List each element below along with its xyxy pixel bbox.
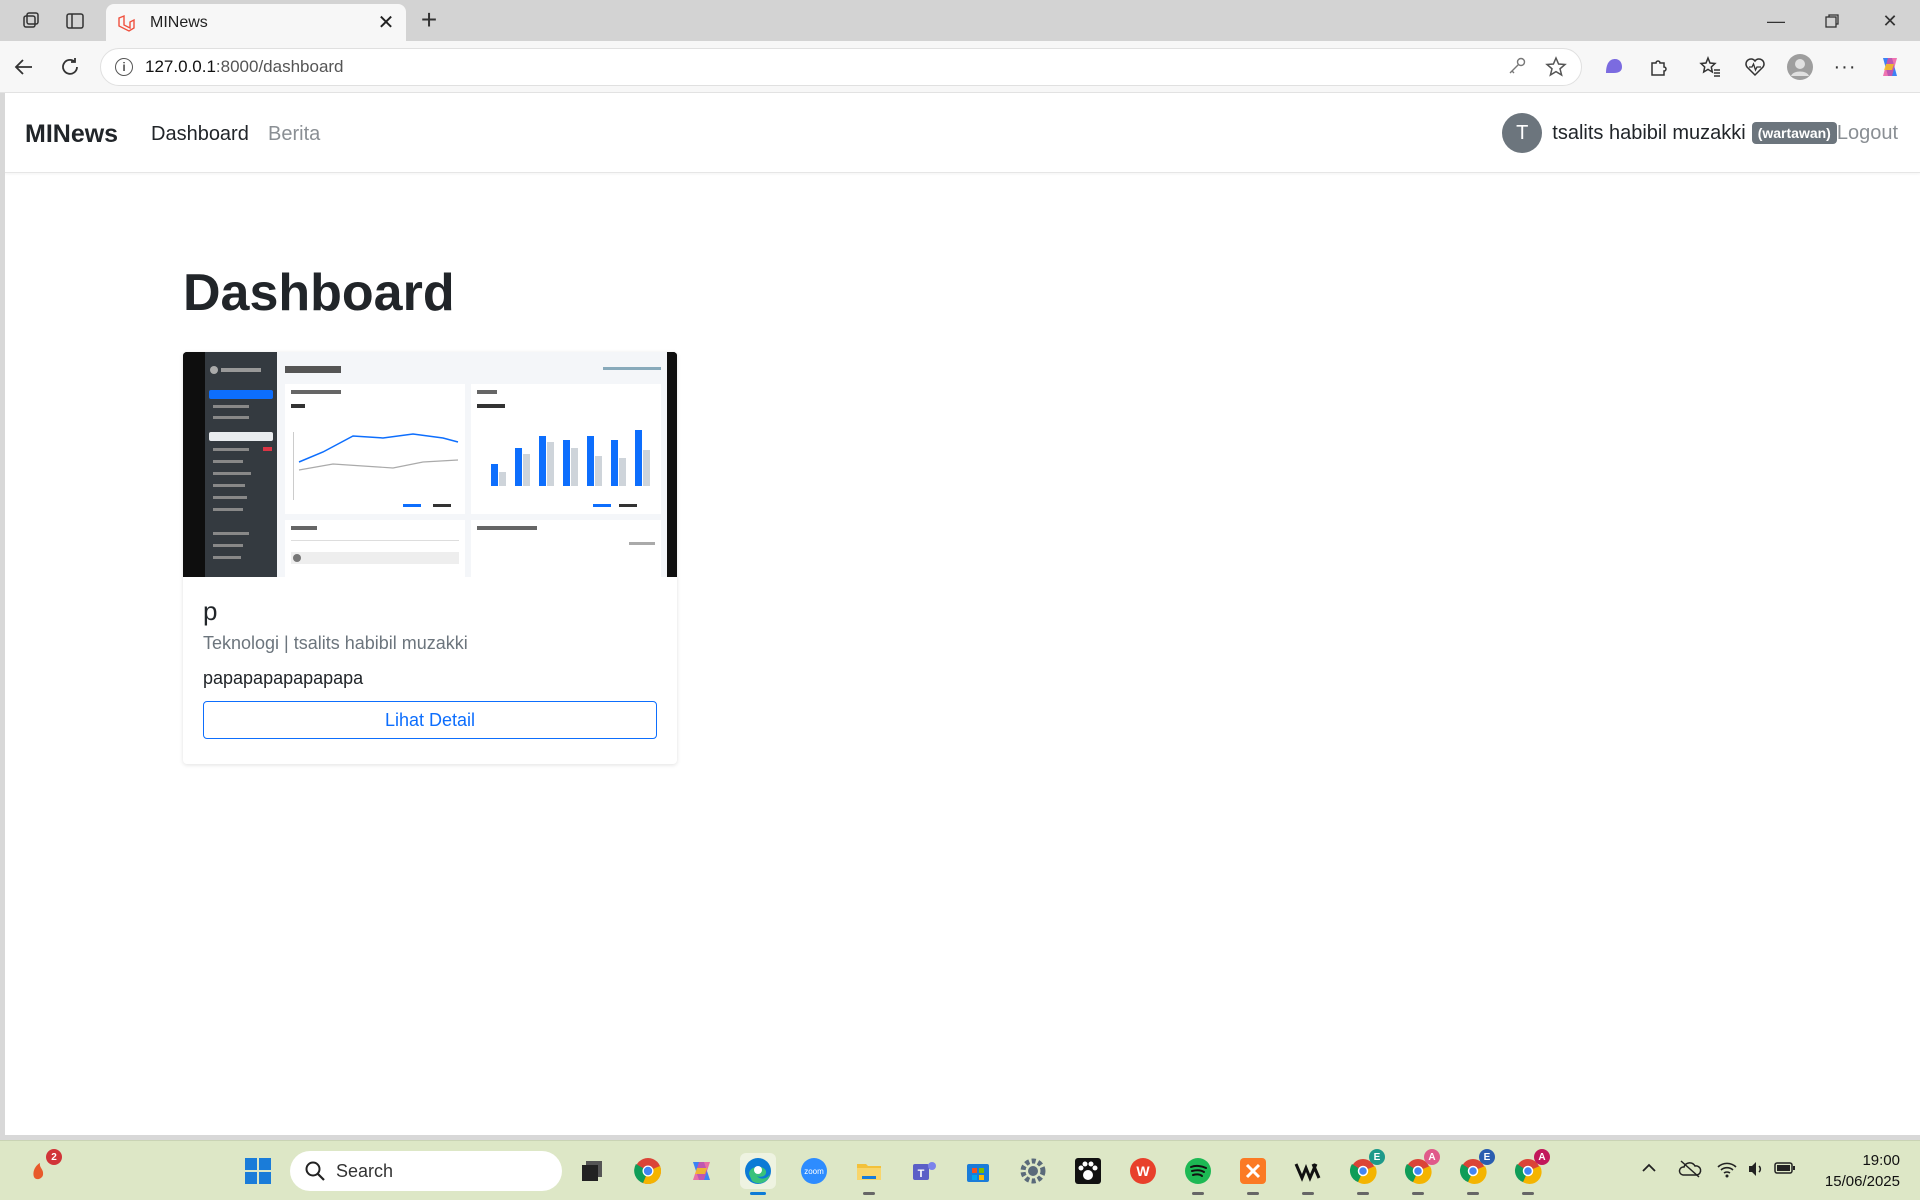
teams-icon[interactable]: T	[906, 1153, 942, 1189]
url-text: 127.0.0.1:8000/dashboard	[145, 57, 344, 76]
spotify-icon[interactable]	[1180, 1153, 1216, 1195]
favorites-icon[interactable]	[1696, 53, 1724, 81]
settings-gear-icon[interactable]	[1015, 1153, 1051, 1189]
page-title: Dashboard	[183, 264, 455, 322]
search-icon	[305, 1161, 325, 1181]
tab-actions-icon[interactable]	[62, 8, 88, 34]
svg-text:W: W	[1136, 1163, 1150, 1179]
browser-tab-active[interactable]: MINews ✕	[106, 4, 406, 41]
close-tab-icon[interactable]: ✕	[376, 10, 396, 35]
file-explorer-icon[interactable]	[851, 1153, 887, 1195]
zoom-icon[interactable]: zoom	[796, 1153, 832, 1189]
detail-button[interactable]: Lihat Detail	[203, 701, 657, 739]
extension-ghost-icon[interactable]	[1600, 53, 1628, 81]
volume-icon[interactable]	[1746, 1159, 1766, 1184]
brand-logo[interactable]: MINews	[25, 120, 118, 149]
avatar: T	[1502, 113, 1543, 153]
chevron-up-icon[interactable]	[1640, 1159, 1658, 1182]
browser-toolbar: i 127.0.0.1:8000/dashboard ···	[0, 41, 1920, 93]
task-view-icon[interactable]	[574, 1153, 610, 1189]
news-thumbnail	[183, 352, 677, 577]
wps-office-icon[interactable]: W	[1125, 1153, 1161, 1189]
more-options-icon[interactable]: ···	[1831, 53, 1859, 81]
clock-date: 15/06/2025	[1824, 1173, 1900, 1190]
system-clock[interactable]: 19:00 15/06/2025	[1825, 1150, 1900, 1192]
svg-text:T: T	[918, 1168, 925, 1180]
refresh-icon[interactable]	[56, 53, 84, 81]
wwise-icon[interactable]	[1290, 1153, 1326, 1195]
browser-essentials-icon[interactable]	[1741, 53, 1769, 81]
key-icon[interactable]	[1507, 56, 1527, 83]
search-label: Search	[336, 1160, 394, 1181]
role-badge: (wartawan)	[1751, 122, 1837, 144]
chrome-profile-a-icon[interactable]: A	[1400, 1149, 1440, 1195]
new-tab-button[interactable]: +	[414, 6, 444, 34]
copilot-app-icon[interactable]	[684, 1153, 720, 1189]
copilot-icon[interactable]	[1876, 53, 1904, 81]
card-title: p	[203, 596, 218, 626]
browser-tab-strip: MINews ✕ + — ✕	[0, 0, 1920, 41]
windows-start-icon[interactable]	[240, 1153, 276, 1189]
svg-text:zoom: zoom	[804, 1167, 824, 1176]
favorite-star-icon[interactable]	[1545, 56, 1567, 83]
edge-icon[interactable]	[740, 1153, 776, 1195]
site-info-icon[interactable]: i	[115, 58, 133, 76]
paw-app-icon[interactable]	[1070, 1153, 1106, 1189]
chrome-icon[interactable]	[630, 1153, 666, 1189]
nav-berita[interactable]: Berita	[268, 123, 320, 146]
news-card: p Teknologi | tsalits habibil muzakki pa…	[183, 352, 677, 764]
notification-app-icon[interactable]: 2	[22, 1149, 62, 1189]
chrome-profile-e-icon[interactable]: E	[1345, 1149, 1385, 1195]
taskbar-search[interactable]: Search	[290, 1151, 562, 1191]
profile-icon[interactable]	[1786, 53, 1814, 81]
extensions-puzzle-icon[interactable]	[1645, 53, 1673, 81]
nav-dashboard[interactable]: Dashboard	[151, 123, 249, 146]
tab-title: MINews	[150, 13, 208, 31]
chrome-profile-a2-icon[interactable]: A	[1510, 1149, 1550, 1195]
windows-taskbar: 2 Search zoom T W E A E A 19:00 15/06/20…	[0, 1140, 1920, 1200]
clock-time: 19:00	[1862, 1152, 1900, 1169]
battery-icon[interactable]	[1774, 1159, 1796, 1182]
microsoft-store-icon[interactable]	[960, 1153, 996, 1189]
card-meta: Teknologi | tsalits habibil muzakki	[203, 633, 468, 653]
card-body: p Teknologi | tsalits habibil muzakki pa…	[203, 596, 657, 739]
page-viewport: MINews Dashboard Berita T tsalits habibi…	[5, 93, 1920, 1135]
laravel-icon	[118, 14, 135, 32]
address-bar[interactable]: i 127.0.0.1:8000/dashboard	[100, 48, 1582, 86]
wifi-icon[interactable]	[1716, 1159, 1738, 1184]
user-menu: T tsalits habibil muzakki (wartawan) Log…	[1502, 113, 1898, 153]
logout-link[interactable]: Logout	[1837, 122, 1898, 145]
restore-icon[interactable]	[1812, 8, 1852, 34]
site-navbar: MINews Dashboard Berita T tsalits habibi…	[5, 93, 1920, 173]
close-window-icon[interactable]: ✕	[1870, 8, 1910, 34]
minimize-icon[interactable]: —	[1756, 8, 1796, 34]
chrome-profile-e2-icon[interactable]: E	[1455, 1149, 1495, 1195]
back-icon[interactable]	[10, 53, 38, 81]
xampp-icon[interactable]	[1235, 1153, 1271, 1195]
card-excerpt: papapapapapapapa	[203, 668, 364, 688]
notification-badge: 2	[46, 1149, 62, 1165]
onedrive-offline-icon[interactable]	[1678, 1159, 1702, 1184]
user-name: tsalits habibil muzakki	[1552, 121, 1746, 144]
workspaces-icon[interactable]	[18, 8, 44, 34]
